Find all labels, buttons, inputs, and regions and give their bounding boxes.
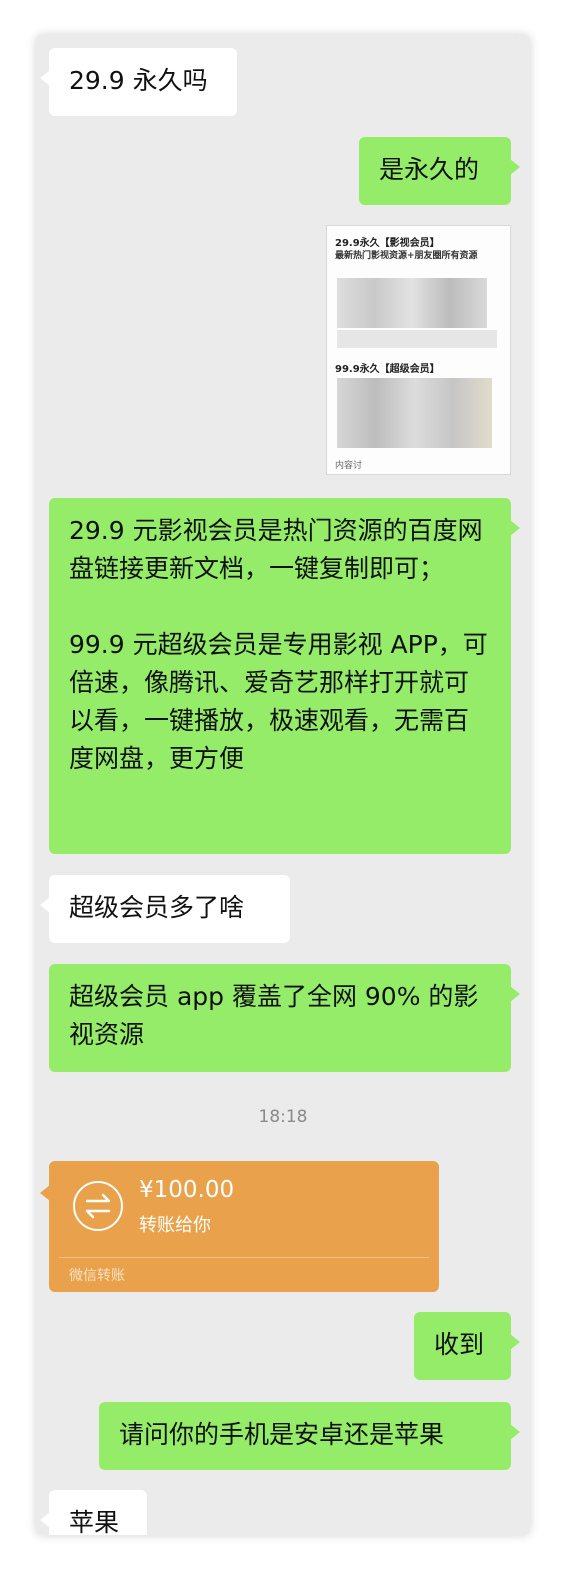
message-bubble-outgoing[interactable]: 超级会员 app 覆盖了全网 90% 的影视资源	[49, 964, 520, 1072]
message-bubble-incoming[interactable]: 超级会员多了啥	[40, 875, 290, 943]
image-text-line: 29.9永久【影视会员】	[335, 238, 440, 249]
transfer-amount: ¥100.00	[139, 1177, 235, 1203]
chat-panel: 29.9 永久吗 是永久的 29.9永久【影视会员】 最新热门影视资源+朋友圈所…	[36, 35, 530, 1535]
transfer-card[interactable]: ¥100.00 转账给你 微信转账	[40, 1161, 439, 1292]
message-bubble-incoming[interactable]: 苹果	[40, 1490, 147, 1535]
blurred-region	[337, 330, 497, 348]
divider	[59, 1257, 429, 1258]
message-bubble-outgoing[interactable]: 29.9 元影视会员是热门资源的百度网盘链接更新文档，一键复制即可； 99.9 …	[49, 498, 520, 854]
blurred-region	[337, 278, 487, 328]
image-text-line: 最新热门影视资源+朋友圈所有资源	[335, 251, 478, 261]
image-text-line: 内容讨	[335, 461, 363, 471]
message-bubble-outgoing[interactable]: 是永久的	[359, 137, 520, 205]
message-bubble-outgoing[interactable]: 请问你的手机是安卓还是苹果	[99, 1402, 520, 1470]
transfer-arrows-icon	[73, 1181, 123, 1231]
message-bubble-outgoing[interactable]: 收到	[414, 1312, 520, 1380]
blurred-region	[337, 378, 492, 448]
timestamp: 18:18	[258, 1107, 308, 1127]
transfer-description: 转账给你	[139, 1215, 211, 1236]
transfer-footer: 微信转账	[69, 1268, 125, 1284]
message-bubble-incoming[interactable]: 29.9 永久吗	[40, 48, 237, 116]
image-text-line: 99.9永久【超级会员】	[335, 364, 440, 375]
image-message[interactable]: 29.9永久【影视会员】 最新热门影视资源+朋友圈所有资源 99.9永久【超级会…	[326, 225, 511, 475]
